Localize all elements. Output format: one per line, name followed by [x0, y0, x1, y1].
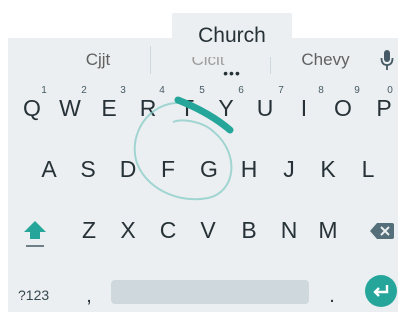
key-a[interactable]: A	[30, 149, 68, 189]
key-hint: 4	[159, 85, 165, 96]
word-preview-popup: Church •••	[172, 13, 292, 80]
key-n[interactable]: N	[270, 210, 308, 250]
spacebar[interactable]	[111, 280, 309, 304]
key-m[interactable]: M	[309, 210, 347, 250]
key-p[interactable]: P	[365, 88, 403, 128]
key-s[interactable]: S	[69, 149, 107, 189]
key-j[interactable]: J	[270, 149, 308, 189]
shift-arrow-icon[interactable]	[22, 218, 48, 248]
key-hint: 1	[41, 85, 47, 96]
key-d[interactable]: D	[109, 149, 147, 189]
key-x[interactable]: X	[109, 210, 147, 250]
microphone-icon[interactable]	[379, 48, 395, 72]
key-hint: 0	[387, 85, 393, 96]
preview-word: Church	[198, 24, 266, 47]
symbols-key[interactable]: ?123	[18, 285, 58, 305]
key-l[interactable]: L	[349, 149, 387, 189]
key-h[interactable]: H	[230, 149, 268, 189]
keyboard: Q 1 W 2 E 3 R 4 T 5 Y 6 U 7 I 8 O 9 P 0 …	[8, 82, 398, 312]
suggestion-left[interactable]: Cjjt	[53, 48, 143, 72]
key-hint: 5	[199, 85, 205, 96]
key-hint: 3	[120, 85, 126, 96]
suggestion-divider	[150, 46, 151, 74]
key-z[interactable]: Z	[70, 210, 108, 250]
period-key[interactable]: .	[325, 284, 339, 308]
comma-key[interactable]: ,	[82, 284, 96, 308]
key-b[interactable]: B	[230, 210, 268, 250]
key-c[interactable]: C	[149, 210, 187, 250]
key-hint: 2	[81, 85, 87, 96]
enter-key[interactable]	[365, 275, 397, 307]
key-hint: 6	[238, 85, 244, 96]
key-f[interactable]: F	[149, 149, 187, 189]
backspace-icon[interactable]	[370, 223, 394, 239]
key-v[interactable]: V	[189, 210, 227, 250]
more-suggestions-dots[interactable]: •••	[172, 66, 292, 80]
enter-return-icon	[373, 285, 389, 297]
key-hint: 9	[354, 85, 360, 96]
key-g[interactable]: G	[190, 149, 228, 189]
key-k[interactable]: K	[309, 149, 347, 189]
